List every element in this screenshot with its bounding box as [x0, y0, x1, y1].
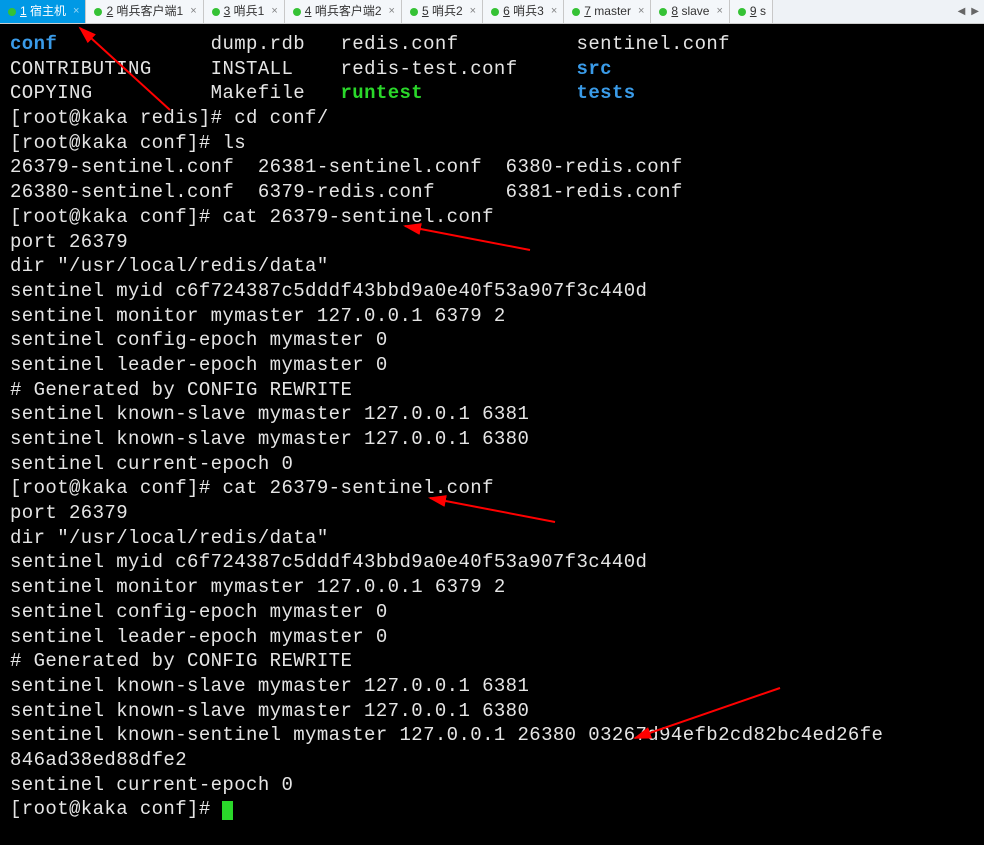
conf-line: sentinel current-epoch 0: [10, 774, 293, 796]
dir-name: conf: [10, 33, 57, 55]
status-dot-icon: [212, 8, 220, 16]
tab-label: 7 master: [584, 4, 631, 20]
conf-line: sentinel myid c6f724387c5dddf43bbd9a0e40…: [10, 551, 647, 573]
conf-line: sentinel known-slave mymaster 127.0.0.1 …: [10, 428, 529, 450]
conf-line: dir "/usr/local/redis/data": [10, 527, 329, 549]
file-name: INSTALL: [211, 58, 294, 80]
conf-line: port 26379: [10, 502, 128, 524]
shell-prompt: [root@kaka conf]#: [10, 798, 222, 820]
conf-line: sentinel leader-epoch mymaster 0: [10, 626, 388, 648]
status-dot-icon: [491, 8, 499, 16]
tab-master[interactable]: 7 master ×: [564, 0, 651, 23]
tab-label: 5 哨兵2: [422, 4, 463, 20]
tab-bar: 1 宿主机 × 2 哨兵客户端1 × 3 哨兵1 × 4 哨兵客户端2 × 5 …: [0, 0, 984, 24]
close-icon[interactable]: ×: [73, 4, 79, 18]
conf-line: # Generated by CONFIG REWRITE: [10, 379, 352, 401]
dir-name: tests: [577, 82, 636, 104]
conf-line: port 26379: [10, 231, 128, 253]
conf-line: sentinel known-slave mymaster 127.0.0.1 …: [10, 700, 529, 722]
conf-line: # Generated by CONFIG REWRITE: [10, 650, 352, 672]
tab-label: 4 哨兵客户端2: [305, 4, 382, 20]
tab-sentinel-client-1[interactable]: 2 哨兵客户端1 ×: [86, 0, 203, 23]
tab-sentinel-1[interactable]: 3 哨兵1 ×: [204, 0, 285, 23]
conf-line: sentinel monitor mymaster 127.0.0.1 6379…: [10, 576, 506, 598]
status-dot-icon: [8, 8, 16, 16]
close-icon[interactable]: ×: [470, 4, 476, 18]
status-dot-icon: [738, 8, 746, 16]
status-dot-icon: [410, 8, 418, 16]
ls-output: 26380-sentinel.conf 6379-redis.conf 6381…: [10, 181, 683, 203]
file-name: sentinel.conf: [577, 33, 730, 55]
conf-line: sentinel current-epoch 0: [10, 453, 293, 475]
dir-name: src: [577, 58, 612, 80]
close-icon[interactable]: ×: [389, 4, 395, 18]
conf-line: sentinel config-epoch mymaster 0: [10, 601, 388, 623]
ls-output: 26379-sentinel.conf 26381-sentinel.conf …: [10, 156, 683, 178]
close-icon[interactable]: ×: [551, 4, 557, 18]
tab-label: 3 哨兵1: [224, 4, 265, 20]
conf-line: dir "/usr/local/redis/data": [10, 255, 329, 277]
tab-sentinel-client-2[interactable]: 4 哨兵客户端2 ×: [285, 0, 402, 23]
shell-prompt: [root@kaka conf]#: [10, 206, 222, 228]
tab-label: 8 slave: [671, 4, 709, 20]
conf-line: sentinel known-slave mymaster 127.0.0.1 …: [10, 403, 529, 425]
tab-nav: ◀ ▶: [953, 0, 984, 23]
shell-prompt: [root@kaka redis]#: [10, 107, 234, 129]
shell-command: cd conf/: [234, 107, 328, 129]
conf-line: sentinel myid c6f724387c5dddf43bbd9a0e40…: [10, 280, 647, 302]
tab-sentinel-3[interactable]: 6 哨兵3 ×: [483, 0, 564, 23]
tab-extra[interactable]: 9 s: [730, 0, 773, 23]
tab-label: 2 哨兵客户端1: [106, 4, 183, 20]
status-dot-icon: [572, 8, 580, 16]
shell-prompt: [root@kaka conf]#: [10, 132, 222, 154]
conf-line: sentinel leader-epoch mymaster 0: [10, 354, 388, 376]
exec-name: runtest: [340, 82, 423, 104]
shell-command: ls: [222, 132, 246, 154]
file-name: CONTRIBUTING: [10, 58, 152, 80]
file-name: redis-test.conf: [340, 58, 517, 80]
status-dot-icon: [94, 8, 102, 16]
status-dot-icon: [659, 8, 667, 16]
close-icon[interactable]: ×: [190, 4, 196, 18]
terminal-output[interactable]: conf dump.rdb redis.conf sentinel.conf C…: [0, 24, 984, 830]
file-name: Makefile: [211, 82, 305, 104]
tab-host[interactable]: 1 宿主机 ×: [0, 0, 86, 23]
status-dot-icon: [293, 8, 301, 16]
tab-label: 9 s: [750, 4, 766, 20]
close-icon[interactable]: ×: [638, 4, 644, 18]
close-icon[interactable]: ×: [271, 4, 277, 18]
conf-line: sentinel known-slave mymaster 127.0.0.1 …: [10, 675, 529, 697]
file-name: redis.conf: [340, 33, 458, 55]
conf-line: sentinel known-sentinel mymaster 127.0.0…: [10, 724, 883, 746]
shell-command: cat 26379-sentinel.conf: [222, 477, 493, 499]
conf-line: sentinel monitor mymaster 127.0.0.1 6379…: [10, 305, 506, 327]
nav-left-icon[interactable]: ◀: [956, 5, 968, 18]
file-name: COPYING: [10, 82, 93, 104]
close-icon[interactable]: ×: [716, 4, 722, 18]
shell-prompt: [root@kaka conf]#: [10, 477, 222, 499]
tab-slave[interactable]: 8 slave ×: [651, 0, 729, 23]
tab-label: 6 哨兵3: [503, 4, 544, 20]
tab-label: 1 宿主机: [20, 4, 66, 20]
cursor-icon: [222, 801, 233, 820]
shell-command: cat 26379-sentinel.conf: [222, 206, 493, 228]
file-name: dump.rdb: [211, 33, 305, 55]
nav-right-icon[interactable]: ▶: [969, 5, 981, 18]
conf-line: sentinel config-epoch mymaster 0: [10, 329, 388, 351]
tab-sentinel-2[interactable]: 5 哨兵2 ×: [402, 0, 483, 23]
conf-line: 846ad38ed88dfe2: [10, 749, 187, 771]
